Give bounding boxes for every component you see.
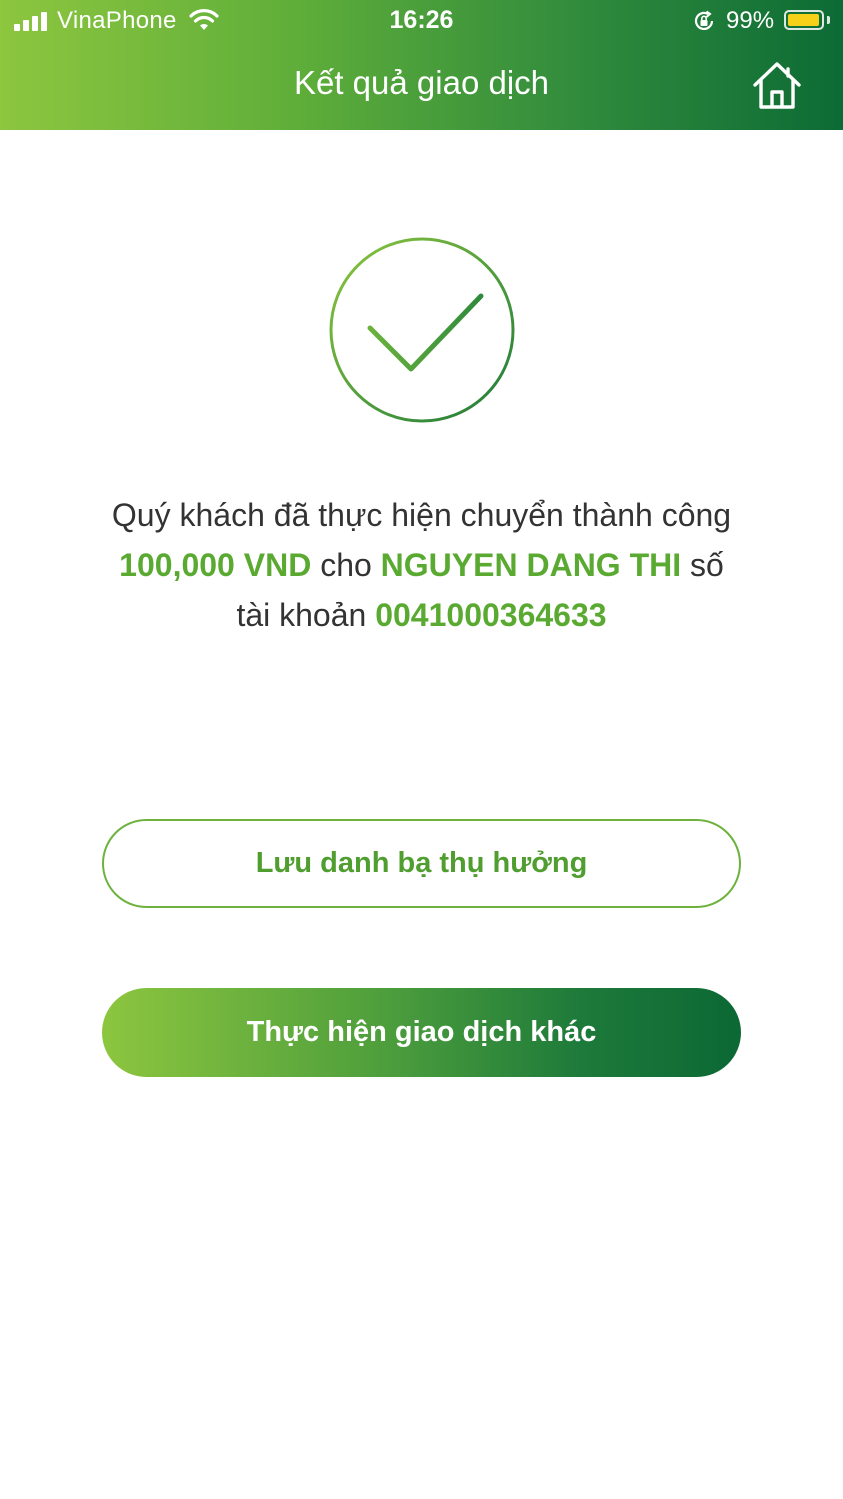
new-transaction-button[interactable]: Thực hiện giao dịch khác — [102, 988, 741, 1077]
rotation-lock-icon — [694, 10, 714, 30]
save-beneficiary-label: Lưu danh bạ thụ hưởng — [255, 847, 588, 879]
message-connector-cho: cho — [320, 547, 372, 583]
save-beneficiary-button[interactable]: Lưu danh bạ thụ hưởng — [102, 819, 741, 908]
recipient-name: NGUYEN DANG THI — [380, 547, 682, 583]
home-button[interactable] — [750, 60, 804, 112]
home-icon — [753, 62, 801, 109]
battery-tip — [827, 16, 830, 24]
message-connector-tai-khoan: tài khoản — [236, 597, 367, 633]
status-time: 16:26 — [389, 6, 454, 34]
account-number: 0041000364633 — [375, 597, 607, 633]
battery-level — [788, 14, 819, 26]
status-bar: VinaPhone 16:26 99% — [0, 0, 843, 42]
result-message: Quý khách đã thực hiện chuyển thành công… — [40, 490, 803, 640]
transaction-result-screen: VinaPhone 16:26 99% Kết quả giao dịch Qu… — [0, 0, 843, 1499]
battery-icon — [784, 10, 824, 30]
transfer-amount: 100,000 VND — [119, 547, 312, 583]
message-connector-so: số — [690, 547, 724, 583]
new-transaction-label: Thực hiện giao dịch khác — [246, 1016, 597, 1048]
message-prefix: Quý khách đã thực hiện chuyển thành công — [111, 497, 732, 533]
success-indicator — [328, 236, 516, 424]
battery-percent: 99% — [726, 7, 775, 34]
page-title: Kết quả giao dịch — [293, 64, 550, 101]
checkmark-circle-icon — [329, 237, 515, 423]
